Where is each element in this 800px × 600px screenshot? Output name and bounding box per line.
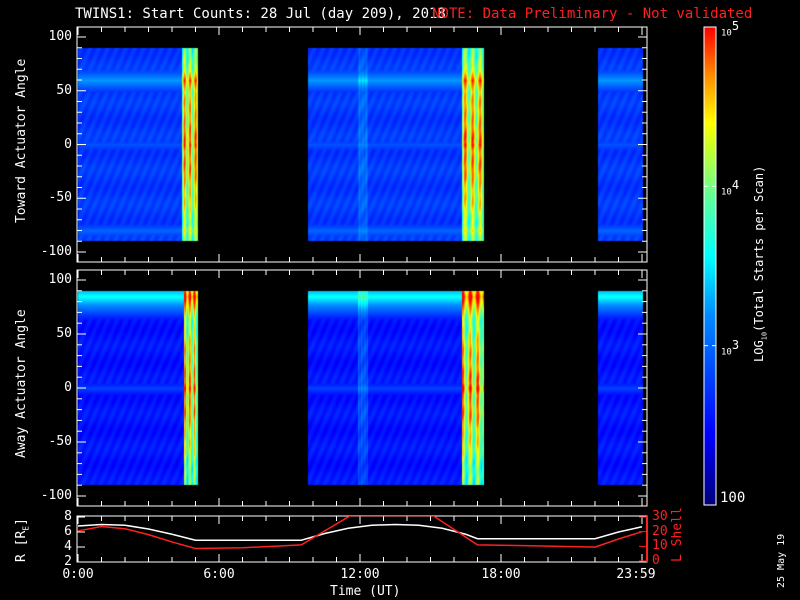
tick-base: 10 [721,28,732,39]
colorbar-min-label: 100 [720,490,746,506]
r-tick-label: 4 [64,539,72,554]
y-tick-label-away: 100 [48,272,72,287]
r-label-sub: E [21,525,31,531]
toward-ylabel: Toward Actuator Angle [14,58,29,223]
r-label-end: ] [14,518,29,526]
y-tick-label-away: -100 [40,488,72,503]
preliminary-note: NOTE: Data Preliminary - Not validated [432,6,753,22]
cb-label-rest: (Total Starts per Scan) [752,165,766,332]
panel-frame-toward [76,26,648,263]
colorbar-tick-label: 104 [721,178,739,198]
x-tick-label: 12:00 [340,567,380,582]
x-tick-label: 23:59 [616,567,656,582]
y-tick-label-toward: -100 [40,244,72,259]
date-stamp: 25 May 19 [776,533,787,588]
lshell-tick-label: 20 [652,523,668,539]
lshell-tick-label: 0 [652,553,660,568]
tick-exponent: 5 [731,19,740,33]
tick-exponent: 3 [731,337,740,352]
y-tick-label-toward: -50 [48,190,72,206]
tick-base: 10 [721,187,732,198]
y-tick-label-away: 0 [64,380,72,395]
r-tick-label: 6 [64,524,72,539]
y-tick-label-toward: 0 [64,136,72,152]
lshell-tick-label: 30 [652,509,668,524]
panel-frame-away [76,269,648,507]
x-tick-label: 6:00 [203,567,235,582]
lshell-ylabel: L Shell [670,507,685,562]
tick-base: 10 [721,346,732,357]
series-line-r [77,523,643,541]
y-tick-label-toward: 100 [48,29,72,44]
away-ylabel: Away Actuator Angle [14,309,29,458]
xaxis-label: Time (UT) [330,584,401,599]
y-tick-label-away: -50 [48,434,72,449]
colorbar-tick-label: 103 [721,338,739,358]
x-tick-label: 0:00 [62,567,94,582]
y-tick-label-away: 50 [56,326,72,341]
cb-label-log: LOG [752,340,766,362]
x-tick-label: 18:00 [481,567,521,582]
y-tick-label-toward: 50 [56,82,72,98]
plot-figure: TWINS1: Start Counts: 28 Jul (day 209), … [0,0,800,600]
orbit-ylabel: R [RE] [14,518,31,562]
lshell-tick-label: 10 [652,538,668,554]
colorbar-tick-label: 105 [721,19,739,39]
r-tick-label: 8 [64,509,72,524]
colorbar-label: LOG10(Total Starts per Scan) [752,166,768,362]
r-label: R [R [14,530,29,562]
cb-label-sub: 10 [760,331,769,341]
chart-title: TWINS1: Start Counts: 28 Jul (day 209), … [75,6,446,22]
colorbar [703,26,717,506]
tick-exponent: 4 [731,178,740,193]
